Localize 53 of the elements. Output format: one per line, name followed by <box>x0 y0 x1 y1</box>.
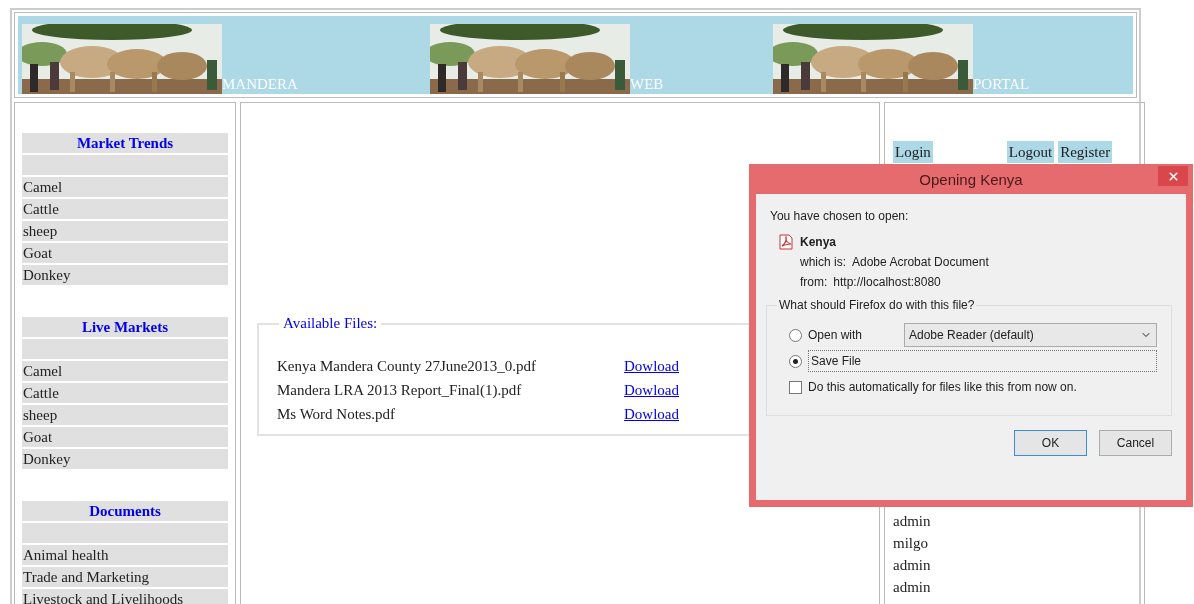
user-name: admin <box>893 512 932 531</box>
account-link[interactable]: Login <box>893 141 933 163</box>
sidebar-item[interactable]: Camel <box>22 177 228 197</box>
sidebar-item[interactable]: Livestock and Livelihoods <box>22 589 228 604</box>
banner-text: MANDERA <box>222 77 298 92</box>
banner-text: PORTAL <box>973 77 1030 92</box>
sidebar-item[interactable]: Donkey <box>22 449 228 469</box>
file-name: Mandera LRA 2013 Report_Final(1).pdf <box>277 381 523 400</box>
option-label[interactable]: Open with <box>808 328 898 342</box>
sidebar-item[interactable]: Cattle <box>22 199 228 219</box>
sidebar-item[interactable]: Goat <box>22 427 228 447</box>
group-legend: What should Firefox do with this file? <box>777 298 977 312</box>
sidebar-item[interactable]: Trade and Marketing <box>22 567 228 587</box>
account-link[interactable]: Logout <box>1006 141 1055 163</box>
sidebar-item[interactable]: Camel <box>22 361 228 381</box>
sidebar-item[interactable]: Cattle <box>22 383 228 403</box>
app-select[interactable]: Adobe Reader (default) <box>904 323 1157 347</box>
intro-text: You have chosen to open: <box>770 208 910 224</box>
dialog-title: Opening Kenya <box>919 170 1023 188</box>
source-label: from: <box>800 274 828 290</box>
option-label[interactable]: Save File <box>808 350 1157 372</box>
section-title: Market Trends <box>22 133 228 153</box>
sidebar-item[interactable]: Animal health <box>22 545 228 565</box>
source-value: http://localhost:8080 <box>833 274 941 290</box>
section-title: Live Markets <box>22 317 228 337</box>
file-name: Kenya Mandera County 27June2013_0.pdf <box>277 357 538 376</box>
radio-button[interactable] <box>789 354 802 368</box>
checkbox-label[interactable]: Do this automatically for files like this from now on. <box>808 380 1077 394</box>
file-title: Kenya <box>800 235 837 249</box>
file-name: Ms Word Notes.pdf <box>277 405 397 424</box>
sidebar-item[interactable]: sheep <box>22 405 228 425</box>
user-name: admin <box>893 556 932 575</box>
account-link[interactable]: Register <box>1058 141 1113 163</box>
dialog-button[interactable]: Cancel <box>1099 430 1172 456</box>
sidebar-item[interactable]: Donkey <box>22 265 228 285</box>
section-title: Documents <box>22 501 228 521</box>
files-legend: Available Files: <box>279 315 382 332</box>
banner-text: WEB <box>630 77 664 92</box>
checkbox[interactable] <box>789 380 802 394</box>
download-link[interactable]: Dowload <box>624 378 679 402</box>
radio-button[interactable] <box>789 328 802 342</box>
close-button[interactable] <box>1158 166 1188 186</box>
dialog-button[interactable]: OK <box>1014 430 1087 456</box>
user-name: admin <box>893 578 932 597</box>
pdf-icon <box>778 234 794 250</box>
sidebar-item[interactable]: Goat <box>22 243 228 263</box>
sidebar-item[interactable]: sheep <box>22 221 228 241</box>
user-name: milgo <box>893 534 929 553</box>
type-label: which is: <box>800 254 846 270</box>
close-icon <box>1166 169 1180 183</box>
type-value: Adobe Acrobat Document <box>852 254 989 270</box>
download-link[interactable]: Dowload <box>624 354 679 378</box>
download-link[interactable]: Dowload <box>624 402 679 426</box>
